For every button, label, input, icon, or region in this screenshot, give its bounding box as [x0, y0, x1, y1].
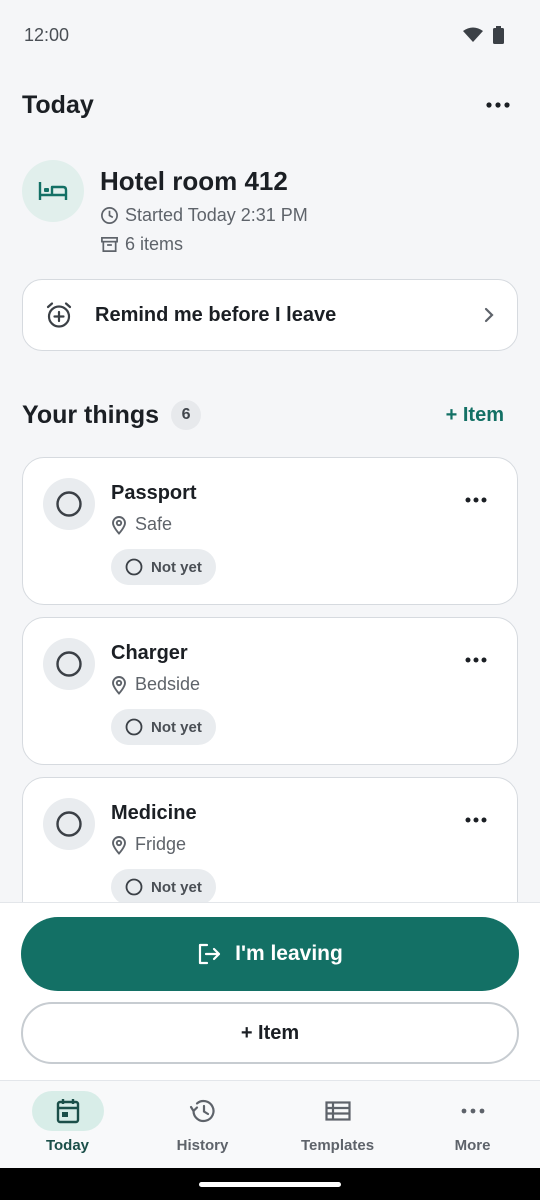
location-pin-icon	[112, 835, 126, 855]
item-check-button[interactable]	[43, 478, 95, 530]
list-icon	[324, 1101, 351, 1121]
nav-item-today[interactable]: Today	[0, 1081, 135, 1168]
list-item[interactable]: Passport Safe Not yet	[22, 457, 518, 605]
status-bar: 12:00	[0, 0, 540, 70]
archive-icon	[101, 236, 118, 253]
location-pin-icon	[112, 515, 126, 535]
session-item-count: 6 items	[125, 234, 184, 254]
session-summary: Hotel room 412 Started Today 2:31 PM 6 i…	[22, 160, 518, 270]
list-item[interactable]: Charger Bedside Not yet	[22, 617, 518, 765]
home-gesture-handle[interactable]	[199, 1182, 341, 1187]
add-item-link[interactable]: + Item	[446, 404, 504, 427]
more-icon	[486, 102, 510, 108]
status-chip-label: Not yet	[151, 878, 202, 896]
circle-outline-icon	[125, 878, 143, 896]
session-avatar	[22, 160, 84, 222]
item-location: Fridge	[135, 834, 187, 854]
nav-item-templates[interactable]: Templates	[270, 1081, 405, 1168]
im-leaving-label: I'm leaving	[235, 942, 343, 965]
battery-icon	[493, 26, 504, 44]
item-location: Safe	[135, 514, 173, 534]
status-time: 12:00	[24, 24, 70, 45]
item-name: Charger	[111, 642, 188, 664]
location-pin-icon	[112, 675, 126, 695]
logout-icon	[199, 943, 221, 965]
remind-label: Remind me before I leave	[95, 303, 337, 326]
things-list: Passport Safe Not yet Charger Bedside No…	[0, 456, 540, 902]
session-started: Started Today 2:31 PM	[125, 205, 308, 225]
chevron-right-icon	[484, 307, 494, 323]
im-leaving-button[interactable]: I'm leaving	[21, 917, 519, 991]
session-title: Hotel room 412	[100, 166, 288, 196]
nav-label-today: Today	[45, 1137, 90, 1154]
alarm-add-icon	[46, 302, 72, 328]
wifi-icon	[463, 27, 483, 42]
more-icon	[465, 817, 487, 823]
item-name: Medicine	[111, 802, 197, 824]
item-check-button[interactable]	[43, 638, 95, 690]
item-more-button[interactable]	[465, 650, 487, 668]
calendar-icon	[56, 1099, 79, 1124]
item-name: Passport	[111, 482, 197, 504]
status-chip-label: Not yet	[151, 558, 202, 576]
radio-unchecked-icon	[56, 491, 82, 517]
item-more-button[interactable]	[465, 490, 487, 508]
clock-icon	[101, 207, 118, 224]
things-header: Your things 6 + Item	[22, 390, 518, 440]
things-count-badge: 6	[171, 400, 202, 430]
system-gesture-bar	[0, 1168, 540, 1200]
bed-icon	[38, 182, 68, 200]
status-chip[interactable]: Not yet	[111, 869, 216, 902]
add-item-button[interactable]: + Item	[21, 1002, 519, 1064]
status-chip-label: Not yet	[151, 718, 202, 736]
things-title: Your things	[22, 400, 160, 429]
nav-item-history[interactable]: History	[135, 1081, 270, 1168]
more-icon	[465, 497, 487, 503]
item-location: Bedside	[135, 674, 201, 694]
remind-before-leave-card[interactable]: Remind me before I leave	[22, 279, 518, 351]
radio-unchecked-icon	[56, 811, 82, 837]
page-title: Today	[22, 90, 94, 119]
bottom-navigation: Today History Templates More	[0, 1080, 540, 1168]
list-item[interactable]: Medicine Fridge Not yet	[22, 777, 518, 902]
history-icon	[189, 1099, 215, 1123]
nav-label-templates: Templates	[300, 1137, 375, 1154]
status-chip[interactable]: Not yet	[111, 549, 216, 585]
radio-unchecked-icon	[56, 651, 82, 677]
item-more-button[interactable]	[465, 810, 487, 828]
more-icon	[465, 657, 487, 663]
nav-label-more: More	[454, 1137, 491, 1154]
overflow-menu-button[interactable]	[478, 85, 518, 125]
bottom-actions: I'm leaving + Item	[0, 902, 540, 1080]
circle-outline-icon	[125, 558, 143, 576]
nav-item-more[interactable]: More	[405, 1081, 540, 1168]
item-check-button[interactable]	[43, 798, 95, 850]
more-icon	[461, 1108, 484, 1114]
circle-outline-icon	[125, 718, 143, 736]
status-chip[interactable]: Not yet	[111, 709, 216, 745]
top-app-bar: Today	[22, 80, 518, 130]
nav-label-history: History	[176, 1137, 229, 1154]
